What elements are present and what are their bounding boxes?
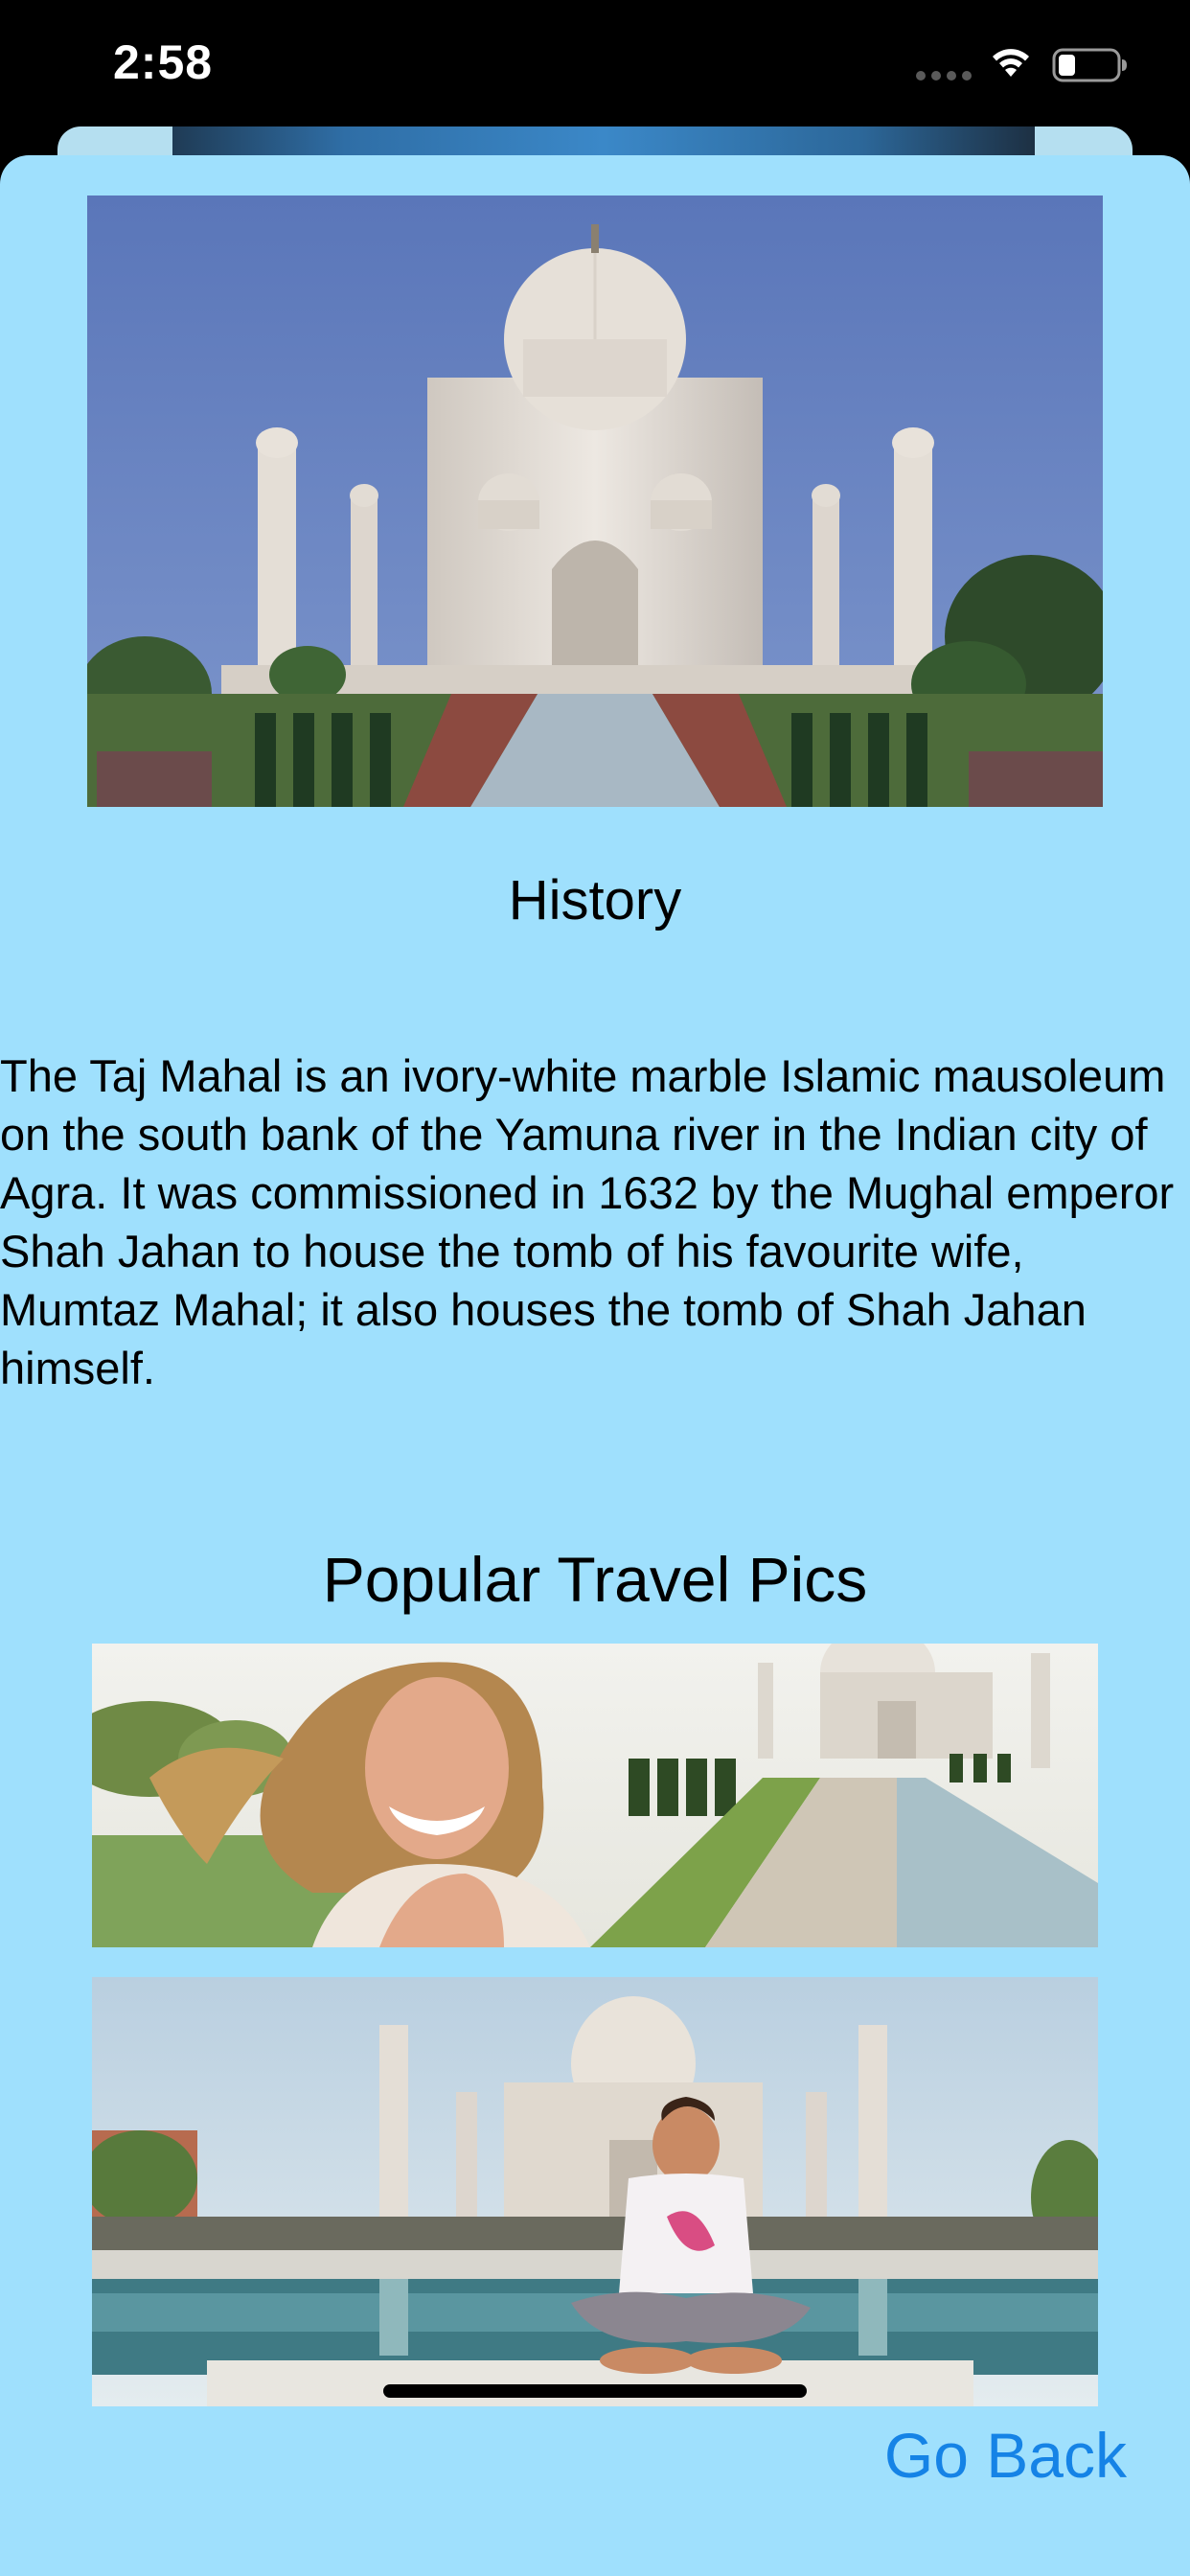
popular-travel-pics-title: Popular Travel Pics	[322, 1544, 868, 1615]
history-description: The Taj Mahal is an ivory-white marble I…	[0, 1050, 1175, 1393]
cellular-dots-icon	[916, 71, 972, 80]
wifi-icon	[993, 49, 1029, 77]
detail-sheet: History The Taj Mahal is an ivory-white …	[0, 155, 1190, 2576]
travel-pic-woman-sitting	[92, 1977, 1098, 2406]
status-time: 2:58	[113, 35, 214, 89]
travel-pic-woman-laughing	[92, 1644, 1098, 1947]
taj-mahal-hero-image	[87, 196, 1103, 807]
battery-icon	[1052, 48, 1127, 82]
home-indicator[interactable]	[383, 2384, 807, 2398]
status-bar: 2:58	[0, 0, 1190, 126]
history-title: History	[508, 869, 682, 932]
go-back-button[interactable]: Go Back	[884, 2419, 1127, 2492]
